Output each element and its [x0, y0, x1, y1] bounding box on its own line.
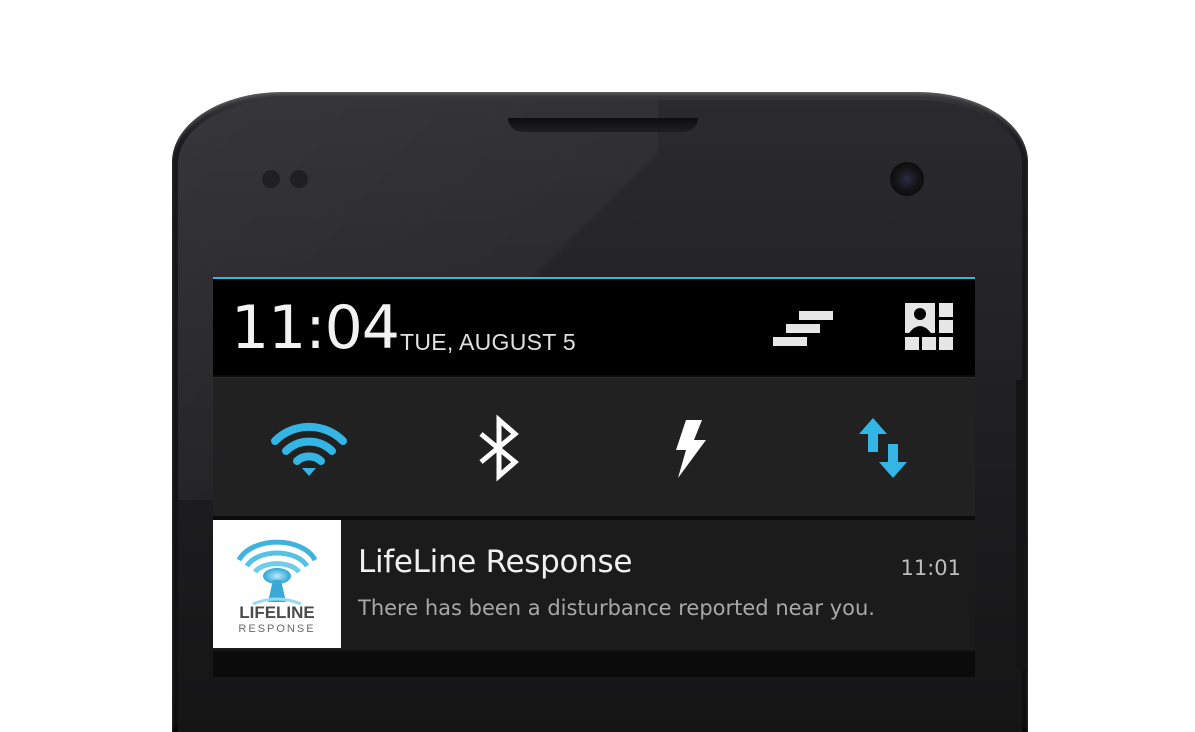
power-saver-toggle[interactable] — [650, 408, 730, 488]
proximity-sensor — [262, 170, 280, 188]
notification-title: LifeLine Response — [358, 544, 633, 580]
data-arrows-icon — [859, 418, 907, 478]
lightning-icon — [676, 420, 706, 478]
front-camera — [890, 162, 924, 196]
notification-time: 11:01 — [900, 556, 961, 580]
logo-text-bottom: RESPONSE — [238, 623, 315, 635]
clock: 11:04 — [231, 293, 400, 363]
bluetooth-toggle[interactable] — [459, 408, 539, 488]
user-switcher-button[interactable] — [899, 301, 959, 355]
notification-message: There has been a disturbance reported ne… — [358, 596, 875, 620]
logo-text-top: LIFELINE — [239, 603, 315, 622]
notification-shade: 11:04 TUE, AUGUST 5 LIFELINE RESPONSE Li… — [213, 277, 975, 677]
phone-side-edge — [1016, 380, 1026, 670]
wifi-icon — [271, 422, 347, 476]
settings-bars-icon — [773, 311, 833, 346]
app-logo: LIFELINE RESPONSE — [213, 520, 341, 648]
quick-settings-button[interactable] — [773, 301, 833, 355]
quick-settings-row — [213, 377, 975, 516]
date: TUE, AUGUST 5 — [400, 329, 577, 355]
user-switcher-icon — [905, 303, 953, 350]
lifeline-logo-icon: LIFELINE RESPONSE — [236, 539, 318, 635]
bluetooth-icon — [479, 414, 519, 482]
status-header: 11:04 TUE, AUGUST 5 — [213, 279, 975, 375]
notification-card[interactable]: LIFELINE RESPONSE LifeLine Response 11:0… — [213, 520, 975, 650]
mobile-data-toggle[interactable] — [843, 408, 923, 488]
light-sensor — [290, 170, 308, 188]
divider — [213, 650, 975, 652]
earpiece-speaker — [508, 118, 698, 132]
wifi-toggle[interactable] — [269, 408, 349, 488]
